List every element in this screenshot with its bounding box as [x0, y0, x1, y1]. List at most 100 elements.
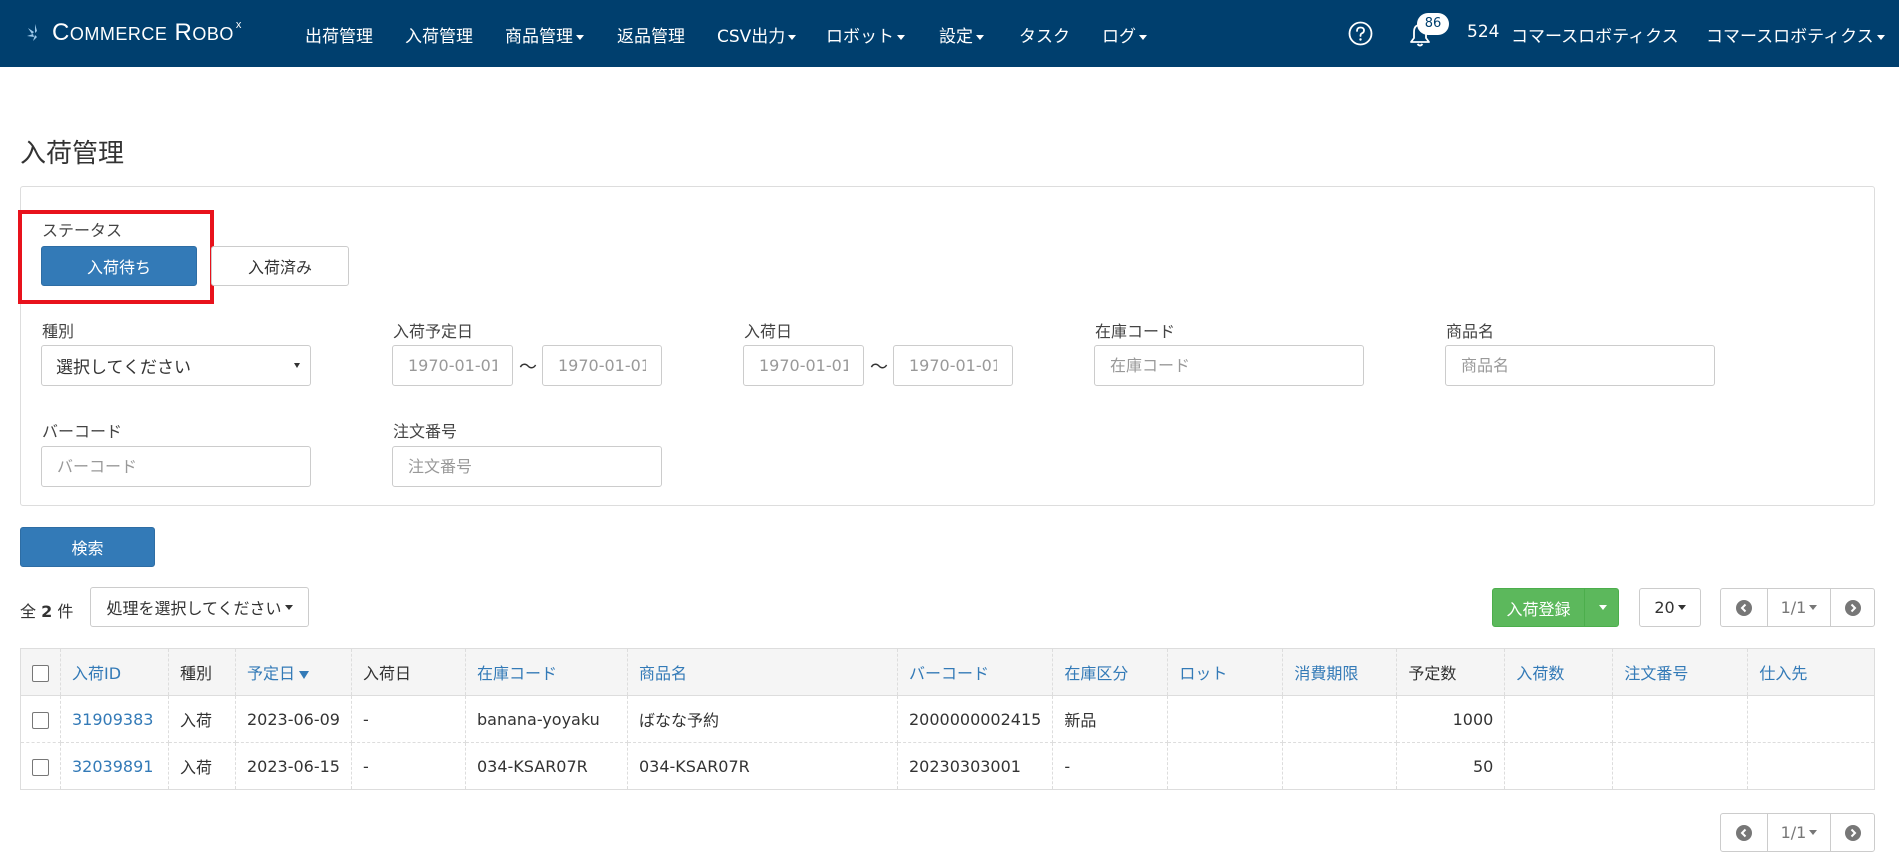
- cell-supplier: [1747, 742, 1875, 790]
- prev-page-button[interactable]: [1721, 589, 1767, 626]
- chevron-down-icon: [1599, 605, 1607, 610]
- col-order-number[interactable]: 注文番号: [1612, 648, 1749, 696]
- cell-stock-category: 新品: [1052, 695, 1169, 743]
- cell-type: 入荷: [168, 742, 236, 790]
- nav-item-logs[interactable]: ログ: [1102, 22, 1147, 47]
- barcode-input[interactable]: [41, 446, 311, 487]
- chevron-left-circle-icon: [1735, 824, 1752, 841]
- type-select[interactable]: 選択してください: [41, 345, 311, 386]
- cell-arrival-id: 31909383: [60, 695, 169, 743]
- register-arrival-dropdown[interactable]: [1584, 588, 1619, 627]
- col-stock-code[interactable]: 在庫コード: [464, 648, 628, 696]
- next-page-button[interactable]: [1830, 589, 1874, 626]
- arrival-id-link[interactable]: 32039891: [72, 757, 153, 776]
- chevron-down-icon: [976, 34, 984, 40]
- col-arrival-id[interactable]: 入荷ID: [60, 648, 169, 696]
- select-all-checkbox[interactable]: [32, 664, 49, 682]
- question-circle-icon[interactable]: [1348, 21, 1373, 46]
- nav-item-receiving[interactable]: 入荷管理: [405, 22, 473, 47]
- chevron-down-icon: [1809, 605, 1818, 610]
- cell-stock-code: banana-yoyaku: [464, 695, 628, 743]
- nav-item-settings[interactable]: 設定: [939, 22, 984, 47]
- register-arrival-button[interactable]: 入荷登録: [1492, 588, 1585, 627]
- col-scheduled-date[interactable]: 予定日: [235, 648, 352, 696]
- table-row: 31909383 入荷 2023-06-09 - banana-yoyaku ば…: [20, 695, 1875, 743]
- order-number-input[interactable]: [392, 446, 662, 487]
- chevron-right-circle-icon: [1844, 824, 1861, 841]
- cell-expiry: [1282, 742, 1398, 790]
- brand-mark-icon: [27, 24, 37, 41]
- cell-product-name: 034-KSAR07R: [626, 742, 898, 790]
- pager-bottom: 1/1: [1720, 813, 1875, 852]
- select-all-cell: [20, 648, 61, 696]
- nav-item-returns[interactable]: 返品管理: [617, 22, 685, 47]
- result-count: 全 2 件: [20, 602, 74, 621]
- cell-lot: [1167, 695, 1284, 743]
- chevron-down-icon: [284, 604, 293, 610]
- scheduled-date-label: 入荷予定日: [393, 322, 474, 341]
- scheduled-date-to-input[interactable]: [542, 345, 662, 386]
- col-planned-qty: 予定数: [1396, 648, 1506, 696]
- user-menu[interactable]: コマースロボティクス: [1706, 22, 1885, 47]
- cell-type: 入荷: [168, 695, 236, 743]
- cell-order-number: [1612, 742, 1749, 790]
- arrival-date-to-input[interactable]: [893, 345, 1013, 386]
- status-done-button[interactable]: 入荷済み: [211, 246, 349, 286]
- nav-item-products[interactable]: 商品管理: [505, 22, 584, 47]
- stock-code-input[interactable]: [1094, 345, 1364, 386]
- col-product-name[interactable]: 商品名: [626, 648, 898, 696]
- page-size-select[interactable]: 20: [1639, 588, 1701, 627]
- next-page-button[interactable]: [1830, 814, 1874, 851]
- account-name: コマースロボティクス: [1511, 27, 1679, 47]
- prev-page-button[interactable]: [1721, 814, 1767, 851]
- cell-order-number: [1612, 695, 1749, 743]
- col-supplier[interactable]: 仕入先: [1747, 648, 1875, 696]
- cell-stock-category: -: [1052, 742, 1169, 790]
- chevron-down-icon: [1809, 830, 1818, 835]
- product-name-input[interactable]: [1445, 345, 1715, 386]
- cell-received-qty: [1504, 742, 1614, 790]
- col-lot[interactable]: ロット: [1167, 648, 1284, 696]
- page-indicator[interactable]: 1/1: [1766, 814, 1831, 851]
- nav-item-robot[interactable]: ロボット: [826, 22, 905, 47]
- search-button[interactable]: 検索: [20, 527, 155, 567]
- col-barcode[interactable]: バーコード: [896, 648, 1054, 696]
- nav-item-tasks[interactable]: タスク: [1019, 22, 1070, 47]
- cell-arrival-date: -: [350, 742, 466, 790]
- type-label: 種別: [42, 322, 75, 341]
- status-waiting-button[interactable]: 入荷待ち: [41, 246, 197, 286]
- row-checkbox[interactable]: [32, 758, 49, 776]
- arrivals-table: 入荷ID 種別 予定日 入荷日 在庫コード 商品名 バーコード 在庫区分 ロット…: [20, 648, 1875, 790]
- cell-arrival-id: 32039891: [60, 742, 169, 790]
- cell-planned-qty: 50: [1396, 742, 1506, 790]
- arrival-range-separator: 〜: [870, 357, 888, 378]
- scheduled-date-from-input[interactable]: [392, 345, 513, 386]
- col-stock-category[interactable]: 在庫区分: [1052, 648, 1169, 696]
- cell-product-name: ばなな予約: [626, 695, 898, 743]
- col-received-qty[interactable]: 入荷数: [1504, 648, 1614, 696]
- arrival-date-from-input[interactable]: [743, 345, 864, 386]
- row-checkbox[interactable]: [32, 711, 49, 729]
- nav-item-csv-export[interactable]: CSV出力: [717, 22, 797, 47]
- bulk-action-select[interactable]: 処理を選択してください: [90, 587, 309, 627]
- top-navbar: COMMERCE ROBO x 出荷管理 入荷管理 商品管理 返品管理 CSV出力…: [0, 0, 1899, 67]
- select-arrow-icon: [294, 363, 300, 368]
- cell-expiry: [1282, 695, 1398, 743]
- page-indicator[interactable]: 1/1: [1766, 589, 1831, 626]
- cell-received-qty: [1504, 695, 1614, 743]
- brand-logo[interactable]: COMMERCE ROBO x: [24, 18, 242, 48]
- nav-item-shipping[interactable]: 出荷管理: [305, 22, 373, 47]
- notification-badge[interactable]: 86: [1417, 13, 1449, 35]
- chevron-down-icon: [788, 34, 797, 40]
- arrival-id-link[interactable]: 31909383: [72, 710, 153, 729]
- cell-supplier: [1747, 695, 1875, 743]
- chevron-down-icon: [1139, 34, 1147, 40]
- stock-code-label: 在庫コード: [1095, 322, 1176, 341]
- row-select-cell: [20, 695, 61, 743]
- table-header-row: 入荷ID 種別 予定日 入荷日 在庫コード 商品名 バーコード 在庫区分 ロット…: [20, 648, 1875, 696]
- order-number-label: 注文番号: [393, 422, 458, 441]
- col-expiry[interactable]: 消費期限: [1282, 648, 1398, 696]
- product-name-label: 商品名: [1446, 322, 1495, 341]
- chevron-left-circle-icon: [1735, 599, 1752, 616]
- chevron-down-icon: [576, 34, 584, 40]
